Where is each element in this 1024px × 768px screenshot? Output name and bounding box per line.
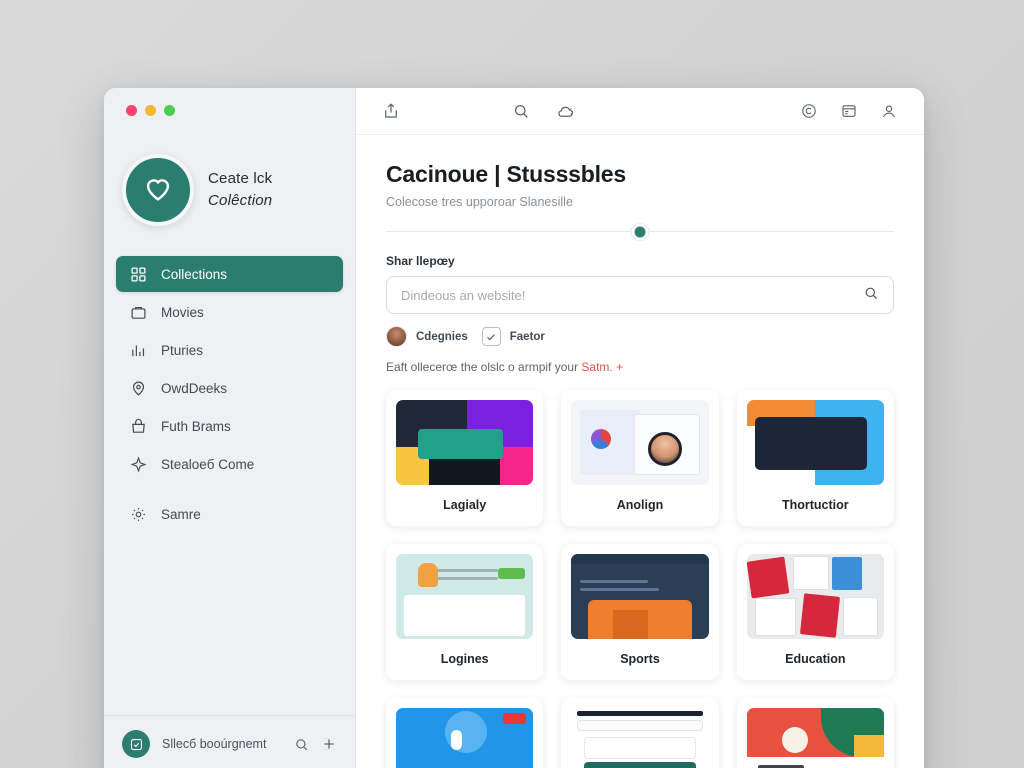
- chip-label: Faetor: [509, 330, 545, 343]
- sidebar-item-pturies[interactable]: Pturies: [116, 332, 343, 368]
- card-thumbnail: [746, 708, 884, 768]
- brand-line-2: Colêction: [208, 192, 273, 209]
- page-title: Cacinoue | Stusssbles: [386, 161, 626, 187]
- helper-text-accent: Satm.: [581, 360, 613, 374]
- brand-logo: [122, 154, 194, 226]
- grid-icon: [130, 266, 147, 283]
- card-label: Thortuctior: [781, 498, 849, 512]
- collection-card[interactable]: Anolign: [561, 390, 719, 526]
- collection-card[interactable]: Education: [736, 544, 894, 680]
- toolbar-left-group: [382, 102, 400, 120]
- helper-text: Eaft ollecerœ the olslc o armpif your Sa…: [386, 360, 894, 374]
- avatar: [386, 326, 407, 347]
- sidebar-item-stealoes-come[interactable]: Stealoeб Come: [116, 446, 343, 482]
- sidebar-footer-label: Sllecб booúrgnemt: [162, 737, 267, 751]
- card-thumbnail: [571, 554, 709, 639]
- sidebar-footer: Sllecб booúrgnemt: [104, 715, 355, 768]
- window-card-icon[interactable]: [840, 102, 858, 120]
- card-label: Education: [785, 652, 846, 666]
- share-icon[interactable]: [382, 102, 400, 120]
- sidebar: Ceate lck Colêction Collections Movies P…: [104, 88, 356, 768]
- sidebar-item-label: Samre: [161, 506, 201, 522]
- card-thumbnail: [571, 708, 709, 768]
- toolbar: [356, 88, 924, 135]
- sidebar-item-label: Futh Brams: [161, 418, 231, 434]
- collection-grid: Lagialy Anolign Thortuctior Logines Spor…: [386, 390, 894, 768]
- content-body: Cacinoue | Stusssbles Colecose tres uppo…: [356, 135, 924, 768]
- search-field-label: Shar llepœy: [386, 254, 455, 268]
- close-window-button[interactable]: [126, 104, 137, 116]
- brand-block[interactable]: Ceate lck Colêction: [104, 132, 355, 226]
- card-label: Lagialy: [443, 498, 487, 512]
- card-label: Sports: [620, 652, 660, 666]
- sidebar-item-movies[interactable]: Movies: [116, 294, 343, 330]
- step-indicator-dot[interactable]: [634, 226, 646, 237]
- search-input[interactable]: [401, 287, 863, 303]
- card-thumbnail: [396, 708, 534, 768]
- sidebar-item-futh-brams[interactable]: Futh Brams: [116, 408, 343, 444]
- card-thumbnail: [571, 400, 709, 485]
- card-label: Logines: [440, 652, 489, 666]
- sidebar-item-samre[interactable]: Samre: [116, 496, 343, 532]
- sidebar-item-label: Collections: [161, 266, 228, 282]
- sidebar-item-label: Stealoeб Come: [161, 456, 255, 472]
- heart-icon: [141, 171, 175, 210]
- card-thumbnail: [396, 554, 534, 639]
- collection-card[interactable]: Intf: [561, 698, 719, 768]
- chart-icon: [130, 342, 147, 359]
- app-window: Ceate lck Colêction Collections Movies P…: [104, 88, 924, 768]
- card-thumbnail: [746, 554, 884, 639]
- copyright-icon[interactable]: [800, 102, 818, 120]
- card-thumbnail: [396, 400, 534, 485]
- main-content: Cacinoue | Stusssbles Colecose tres uppo…: [356, 88, 924, 768]
- sidebar-nav: Collections Movies Pturies OwdDeeks Futh…: [104, 256, 355, 532]
- helper-text-main: Eaft ollecerœ the olslc o armpif your: [386, 360, 582, 374]
- page-subtitle: Colecose tres upporoar Slanesille: [386, 195, 573, 209]
- sparkle-icon: [130, 455, 147, 473]
- plus-icon[interactable]: [321, 736, 337, 752]
- user-account-icon[interactable]: [880, 102, 898, 120]
- toolbar-middle-group: [512, 102, 575, 121]
- brand-line-1: Ceate lck: [208, 170, 273, 188]
- search-icon[interactable]: [863, 285, 879, 306]
- collection-card[interactable]: ICWcsum: [386, 698, 544, 768]
- chip-categories[interactable]: Cdegnies: [386, 326, 468, 347]
- search-icon[interactable]: [294, 737, 309, 752]
- bag-icon: [130, 418, 147, 435]
- collection-card[interactable]: Logines: [386, 544, 544, 680]
- sidebar-item-owddeeks[interactable]: OwdDeeks: [116, 370, 343, 406]
- chip-label: Cdegnies: [416, 330, 468, 343]
- helper-text-tail: +: [612, 360, 624, 374]
- toolbar-right-group: [800, 102, 898, 120]
- minimize-window-button[interactable]: [145, 104, 156, 116]
- sidebar-item-label: Pturies: [161, 342, 204, 358]
- location-pin-icon: [130, 380, 147, 397]
- card-label: Anolign: [616, 498, 664, 512]
- window-traffic-lights: [104, 88, 355, 132]
- sidebar-item-label: Movies: [161, 304, 204, 320]
- filter-chips: Cdegnies Faetor: [386, 326, 894, 347]
- maximize-window-button[interactable]: [164, 104, 175, 116]
- gear-icon: [130, 506, 147, 523]
- briefcase-icon: [130, 304, 147, 321]
- chip-factor[interactable]: Faetor: [481, 327, 545, 346]
- desktop-background: Ceate lck Colêction Collections Movies P…: [0, 0, 1024, 768]
- search-icon[interactable]: [512, 102, 530, 121]
- card-thumbnail: [746, 400, 884, 485]
- step-divider: [386, 226, 894, 237]
- collection-card[interactable]: Thortuctior: [736, 390, 894, 526]
- cloud-icon[interactable]: [556, 102, 575, 121]
- sidebar-item-label: OwdDeeks: [161, 380, 228, 396]
- sidebar-item-collections[interactable]: Collections: [116, 256, 343, 292]
- search-field[interactable]: [386, 276, 894, 314]
- collection-card[interactable]: Onwedl: [736, 698, 894, 768]
- checkbox-checked[interactable]: [481, 327, 501, 346]
- collection-card[interactable]: Lagialy: [386, 390, 544, 526]
- brand-text: Ceate lck Colêction: [208, 168, 272, 212]
- collection-card[interactable]: Sports: [561, 544, 719, 680]
- note-icon[interactable]: [122, 730, 150, 758]
